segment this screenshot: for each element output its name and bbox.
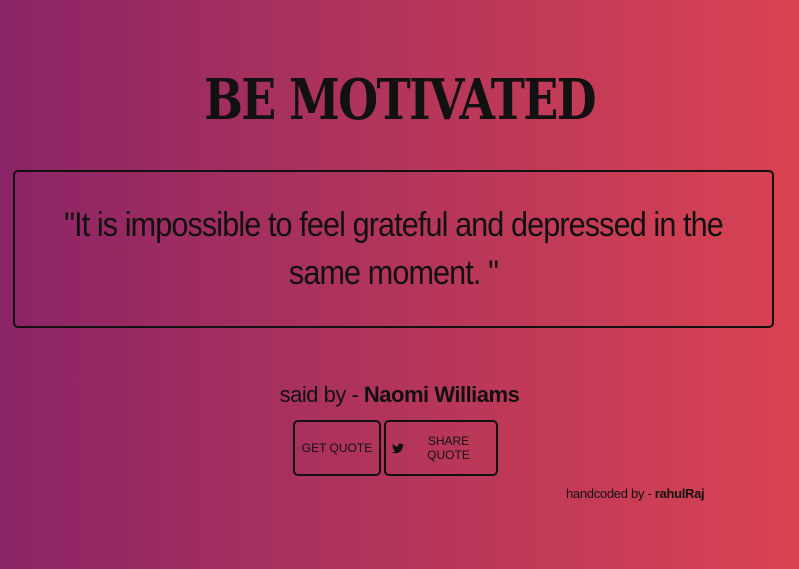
quote-box: "It is impossible to feel grateful and d…: [13, 170, 774, 328]
share-quote-button[interactable]: SHARE QUOTE: [384, 420, 498, 476]
author-prefix: said by -: [279, 382, 364, 407]
quote-text: "It is impossible to feel grateful and d…: [64, 206, 724, 292]
get-quote-label: GET QUOTE: [301, 441, 373, 455]
get-quote-button[interactable]: GET QUOTE: [293, 420, 381, 476]
credit-prefix: handcoded by -: [566, 486, 655, 501]
share-quote-label: SHARE QUOTE: [427, 434, 470, 462]
credit-name: rahulRaj: [654, 486, 705, 501]
page-title: BE MOTIVATED: [204, 67, 596, 133]
author-name: Naomi Williams: [363, 382, 520, 407]
author-line: said by - Naomi Williams: [0, 380, 799, 410]
twitter-icon: [392, 443, 404, 454]
footer-credit: handcoded by - rahulRaj: [566, 485, 705, 503]
button-group: GET QUOTE SHARE QUOTE: [293, 420, 498, 476]
